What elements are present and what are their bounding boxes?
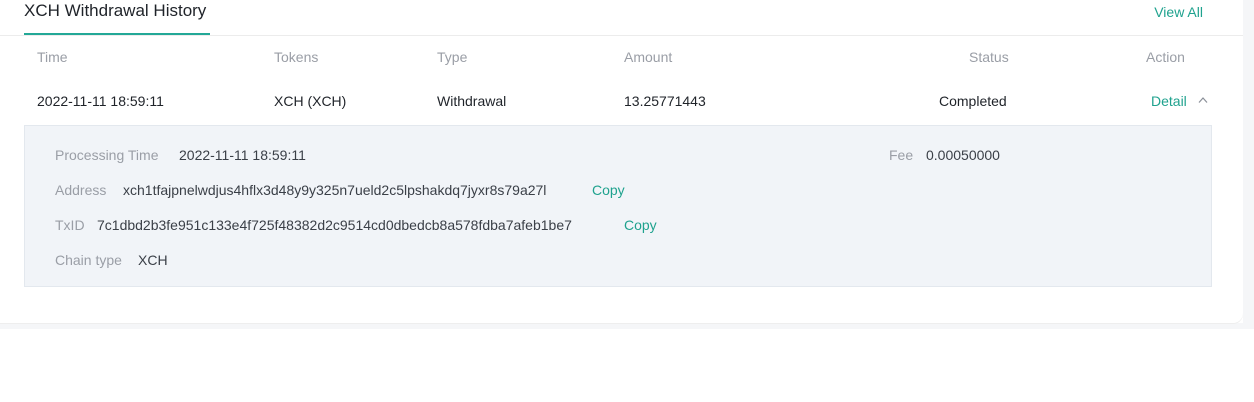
card-right-gutter xyxy=(1243,0,1254,323)
address-label: Address xyxy=(55,182,107,198)
column-header-action: Action xyxy=(1146,49,1185,65)
chain-type-label: Chain type xyxy=(55,252,122,268)
withdrawal-detail-panel: Processing Time 2022-11-11 18:59:11 Fee … xyxy=(24,125,1212,287)
fee-label: Fee xyxy=(889,147,914,163)
cell-status: Completed xyxy=(939,93,1007,109)
txid-value: 7c1dbd2b3fe951c133e4f725f48382d2c9514cd0… xyxy=(97,217,572,233)
column-header-amount: Amount xyxy=(624,49,673,65)
cell-amount: 13.25771443 xyxy=(624,93,706,109)
cell-time: 2022-11-11 18:59:11 xyxy=(37,93,164,109)
copy-txid-button[interactable]: Copy xyxy=(624,216,657,234)
fee-value: 0.00050000 xyxy=(926,147,1000,163)
address-value: xch1tfajpnelwdjus4hflx3d48y9y325n7ueld2c… xyxy=(123,182,547,198)
withdrawal-history-card: XCH Withdrawal History View All Time Tok… xyxy=(0,0,1243,323)
card-bottom-gutter xyxy=(0,323,1254,329)
processing-time-value: 2022-11-11 18:59:11 xyxy=(179,147,306,163)
column-header-tokens: Tokens xyxy=(274,49,319,65)
detail-toggle-link[interactable]: Detail xyxy=(1151,92,1187,110)
section-title: XCH Withdrawal History xyxy=(24,1,207,20)
chevron-up-icon[interactable] xyxy=(1198,96,1208,104)
cell-tokens: XCH (XCH) xyxy=(274,93,347,109)
header-divider xyxy=(0,35,1243,36)
column-header-type: Type xyxy=(437,49,468,65)
column-header-time: Time xyxy=(37,49,68,65)
txid-label: TxID xyxy=(55,217,85,233)
view-all-link[interactable]: View All xyxy=(1154,3,1203,21)
column-header-status: Status xyxy=(969,49,1009,65)
processing-time-label: Processing Time xyxy=(55,147,159,163)
cell-type: Withdrawal xyxy=(437,93,507,109)
copy-address-button[interactable]: Copy xyxy=(592,181,625,199)
chain-type-value: XCH xyxy=(138,252,168,268)
